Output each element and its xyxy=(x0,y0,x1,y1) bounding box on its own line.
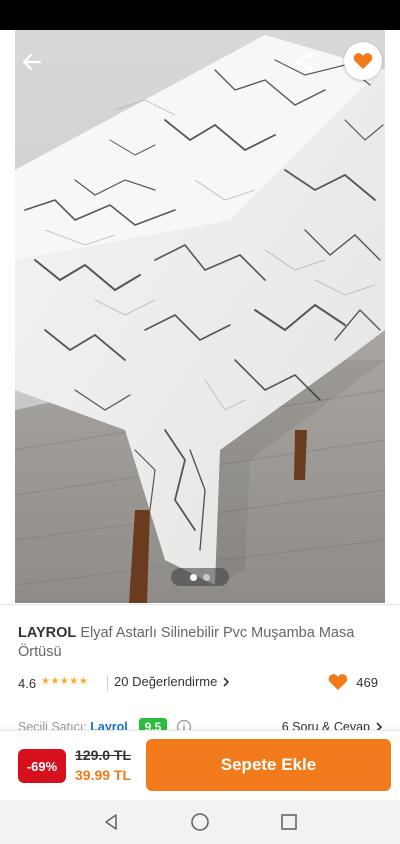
favorite-count-value: 469 xyxy=(356,674,378,690)
rating-stars-icon: ★★★★★ xyxy=(41,676,89,687)
reviews-link[interactable]: 20 Değerlendirme xyxy=(114,674,231,689)
pager-dot[interactable] xyxy=(203,573,210,581)
heart-icon xyxy=(329,674,348,690)
status-bar xyxy=(0,0,400,30)
favorite-count: 469 xyxy=(328,673,378,691)
arrow-left-icon xyxy=(22,53,42,71)
divider xyxy=(0,604,400,605)
heart-icon xyxy=(353,53,373,69)
discount-badge: -69% xyxy=(18,749,66,783)
image-pager[interactable] xyxy=(171,568,229,586)
old-price: 129.0 TL xyxy=(75,747,132,763)
nav-recent-button[interactable] xyxy=(277,810,301,834)
chevron-right-icon xyxy=(223,676,230,687)
share-button[interactable] xyxy=(288,46,320,78)
nav-back-button[interactable] xyxy=(99,810,123,834)
pager-dot-active[interactable] xyxy=(190,573,197,581)
separator xyxy=(107,675,108,691)
rating-row: 4.6 ★★★★★ 20 Değerlendirme 469 xyxy=(18,673,384,693)
rating-value: 4.6 xyxy=(18,676,37,691)
nav-home-button[interactable] xyxy=(188,810,212,834)
reviews-link-label: 20 Değerlendirme xyxy=(114,674,218,689)
product-title: LAYROL Elyaf Astarlı Silinebilir Pvc Muş… xyxy=(18,624,384,662)
triangle-back-icon xyxy=(105,814,117,830)
add-to-cart-button[interactable]: Sepete Ekle xyxy=(146,739,391,791)
purchase-bar: -69% 129.0 TL 39.99 TL Sepete Ekle xyxy=(0,730,400,800)
product-brand[interactable]: LAYROL xyxy=(18,625,76,641)
circle-home-icon xyxy=(191,813,209,831)
new-price: 39.99 TL xyxy=(75,767,132,783)
product-photo xyxy=(15,30,385,603)
product-image[interactable] xyxy=(15,30,385,603)
system-nav-bar xyxy=(0,800,400,844)
square-recent-icon xyxy=(281,814,297,830)
favorite-button[interactable] xyxy=(344,42,382,80)
back-button[interactable] xyxy=(16,46,48,78)
share-icon xyxy=(295,52,313,72)
